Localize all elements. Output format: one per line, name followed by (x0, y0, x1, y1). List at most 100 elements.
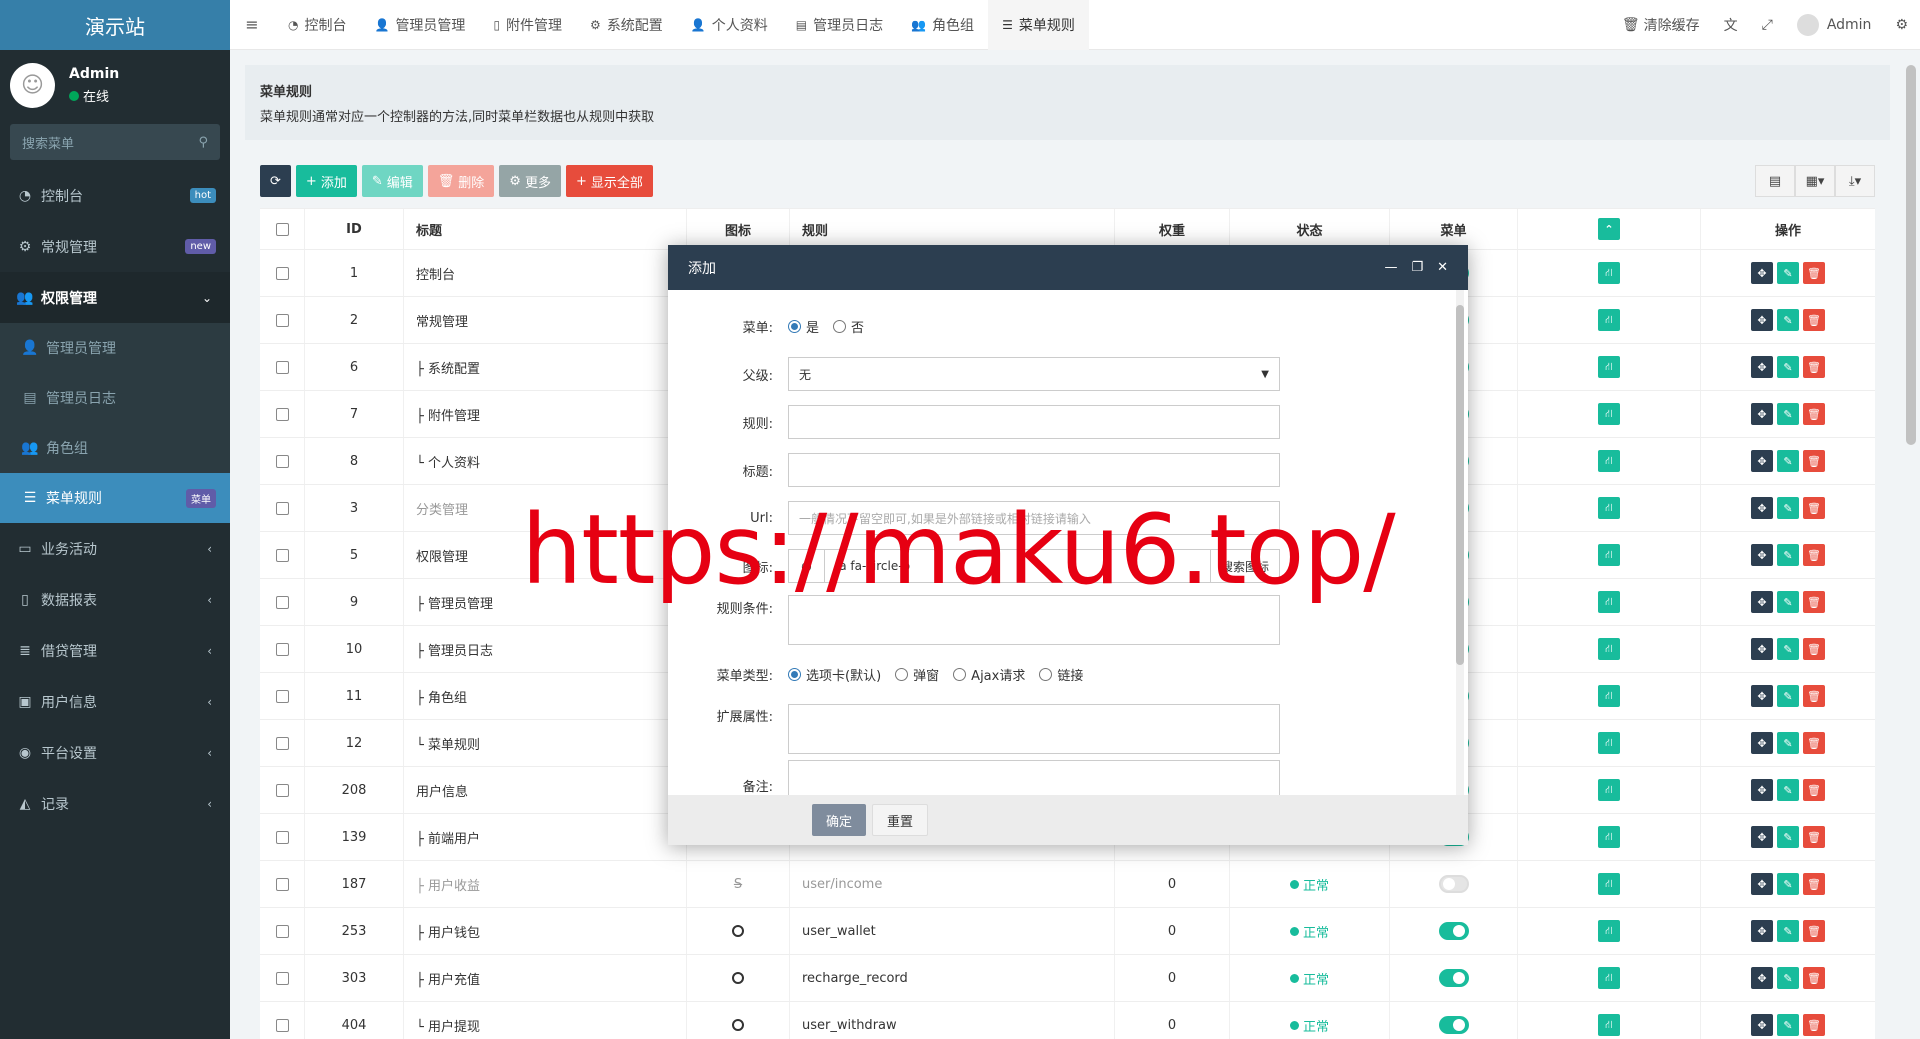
edit-pencil-icon[interactable]: ✎ (1777, 967, 1799, 989)
drag-arrows-icon[interactable]: ✥ (1751, 356, 1773, 378)
more-button[interactable]: ⚙ 更多 (499, 165, 561, 197)
header-rule[interactable]: 规则 (790, 209, 1115, 249)
delete-trash-icon[interactable]: 🗑 (1803, 967, 1825, 989)
sidebar-item-dashboard[interactable]: ◔ 控制台 hot (0, 170, 230, 221)
columns-icon[interactable]: ▦▾ (1795, 165, 1835, 197)
row-checkbox[interactable] (275, 266, 289, 280)
delete-trash-icon[interactable]: 🗑 (1803, 1014, 1825, 1036)
delete-trash-icon[interactable]: 🗑 (1803, 403, 1825, 425)
icon-input[interactable]: fa fa-circle-o (825, 559, 1210, 573)
edit-pencil-icon[interactable]: ✎ (1777, 403, 1799, 425)
row-checkbox-cell[interactable] (260, 908, 305, 954)
sitemap-icon[interactable]: ⛙ (1598, 403, 1620, 425)
row-checkbox[interactable] (275, 360, 289, 374)
remark-textarea[interactable] (788, 760, 1280, 795)
drag-arrows-icon[interactable]: ✥ (1751, 732, 1773, 754)
delete-trash-icon[interactable]: 🗑 (1803, 262, 1825, 284)
row-checkbox[interactable] (275, 830, 289, 844)
drag-arrows-icon[interactable]: ✥ (1751, 403, 1773, 425)
drag-arrows-icon[interactable]: ✥ (1751, 450, 1773, 472)
row-checkbox[interactable] (275, 407, 289, 421)
sidebar-item-record[interactable]: ◭ 记录 ‹ (0, 778, 230, 829)
row-checkbox-cell[interactable] (260, 532, 305, 578)
language-icon[interactable]: 文 (1712, 15, 1750, 35)
drag-arrows-icon[interactable]: ✥ (1751, 779, 1773, 801)
edit-pencil-icon[interactable]: ✎ (1777, 873, 1799, 895)
row-checkbox-cell[interactable] (260, 297, 305, 343)
row-checkbox[interactable] (275, 924, 289, 938)
sitemap-icon[interactable]: ⛙ (1598, 685, 1620, 707)
tab-profile[interactable]: 👤 个人资料 (677, 0, 782, 50)
search-icon-button[interactable]: 搜索图标 (1209, 550, 1279, 582)
clear-cache-button[interactable]: 🗑 清除缓存 (1610, 15, 1712, 35)
edit-pencil-icon[interactable]: ✎ (1777, 544, 1799, 566)
delete-trash-icon[interactable]: 🗑 (1803, 638, 1825, 660)
tab-adminlog[interactable]: ▤ 管理员日志 (782, 0, 897, 50)
row-checkbox[interactable] (275, 595, 289, 609)
tab-dashboard[interactable]: ◔ 控制台 (274, 0, 360, 50)
delete-trash-icon[interactable]: 🗑 (1803, 685, 1825, 707)
row-checkbox[interactable] (275, 736, 289, 750)
edit-pencil-icon[interactable]: ✎ (1777, 262, 1799, 284)
radio-unchecked[interactable] (895, 667, 909, 681)
sitemap-icon[interactable]: ⛙ (1598, 544, 1620, 566)
row-checkbox-cell[interactable] (260, 720, 305, 766)
sidebar-item-loan[interactable]: ≣ 借贷管理 ‹ (0, 625, 230, 676)
row-checkbox[interactable] (275, 877, 289, 891)
add-button[interactable]: + 添加 (295, 165, 357, 197)
tab-group[interactable]: 👥 角色组 (897, 0, 988, 50)
menutype-link-radio[interactable]: 链接 (1039, 665, 1083, 684)
row-checkbox-cell[interactable] (260, 438, 305, 484)
drag-arrows-icon[interactable]: ✥ (1751, 826, 1773, 848)
sitemap-icon[interactable]: ⛙ (1598, 779, 1620, 801)
row-checkbox-cell[interactable] (260, 344, 305, 390)
confirm-button[interactable]: 确定 (812, 804, 867, 836)
sitemap-icon[interactable]: ⛙ (1598, 967, 1620, 989)
tab-config[interactable]: ⚙ 系统配置 (576, 0, 677, 50)
radio-checked[interactable] (788, 319, 801, 333)
menu-no-radio[interactable]: 否 (833, 317, 864, 336)
select-all-checkbox[interactable] (260, 209, 305, 249)
sitemap-icon[interactable]: ⛙ (1598, 356, 1620, 378)
sidebar-item-auth[interactable]: 👥 权限管理 ⌄ (0, 272, 230, 323)
edit-pencil-icon[interactable]: ✎ (1777, 732, 1799, 754)
drag-arrows-icon[interactable]: ✥ (1751, 920, 1773, 942)
menu-yes-radio[interactable]: 是 (788, 317, 819, 336)
delete-trash-icon[interactable]: 🗑 (1803, 544, 1825, 566)
sitemap-icon[interactable]: ⛙ (1598, 497, 1620, 519)
edit-pencil-icon[interactable]: ✎ (1777, 497, 1799, 519)
drag-arrows-icon[interactable]: ✥ (1751, 873, 1773, 895)
sidebar-item-report[interactable]: ▯ 数据报表 ‹ (0, 574, 230, 625)
sidebar-item-adminlog[interactable]: ▤ 管理员日志 (0, 373, 230, 423)
sitemap-icon[interactable]: ⛙ (1598, 591, 1620, 613)
header-icon[interactable]: 图标 (687, 209, 790, 249)
checkbox[interactable] (275, 222, 289, 236)
delete-trash-icon[interactable]: 🗑 (1803, 591, 1825, 613)
reset-button[interactable]: 重置 (872, 804, 929, 836)
delete-trash-icon[interactable]: 🗑 (1803, 732, 1825, 754)
menutype-tab-radio[interactable]: 选项卡(默认) (788, 665, 881, 684)
title-input[interactable] (788, 453, 1280, 487)
row-checkbox[interactable] (275, 454, 289, 468)
sitemap-icon[interactable]: ⛙ (1598, 826, 1620, 848)
sidebar-item-userinfo[interactable]: ▣ 用户信息 ‹ (0, 676, 230, 727)
export-icon[interactable]: ⤓▾ (1835, 165, 1875, 197)
radio-unchecked[interactable] (833, 319, 847, 333)
radio-unchecked[interactable] (953, 667, 967, 681)
page-scrollbar[interactable] (1906, 65, 1916, 445)
sitemap-icon[interactable]: ⛙ (1598, 873, 1620, 895)
row-checkbox-cell[interactable] (260, 626, 305, 672)
drag-arrows-icon[interactable]: ✥ (1751, 685, 1773, 707)
delete-trash-icon[interactable]: 🗑 (1803, 497, 1825, 519)
refresh-button[interactable]: ⟳ (260, 165, 291, 197)
radio-unchecked[interactable] (1039, 667, 1053, 681)
delete-trash-icon[interactable]: 🗑 (1803, 920, 1825, 942)
row-checkbox[interactable] (275, 548, 289, 562)
row-checkbox-cell[interactable] (260, 485, 305, 531)
header-id[interactable]: ID (305, 209, 404, 249)
edit-pencil-icon[interactable]: ✎ (1777, 638, 1799, 660)
row-checkbox-cell[interactable] (260, 250, 305, 296)
row-checkbox-cell[interactable] (260, 1002, 305, 1039)
sidebar-search-input[interactable]: 搜索菜单 ⚲ (10, 124, 220, 160)
edit-pencil-icon[interactable]: ✎ (1777, 450, 1799, 472)
